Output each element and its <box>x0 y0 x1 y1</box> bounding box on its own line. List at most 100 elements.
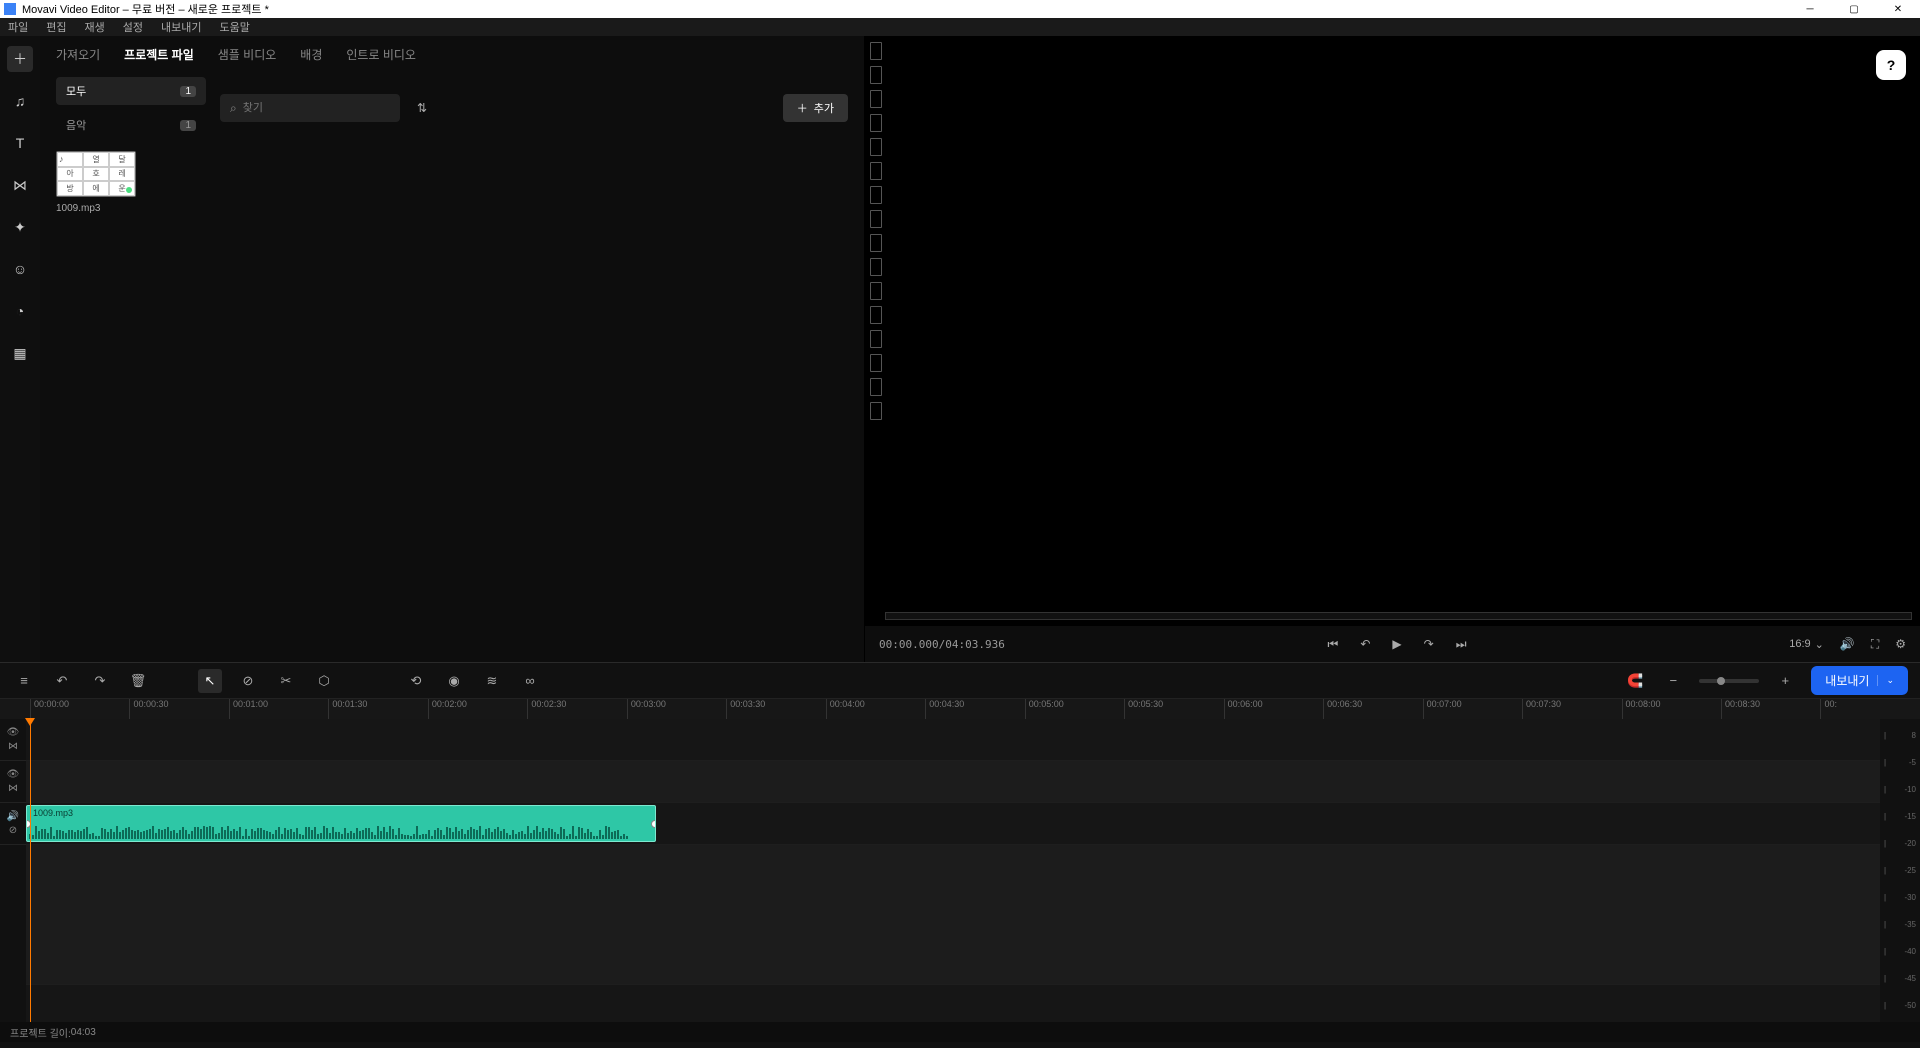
vu-meter: |8|-5|-10|-15|-20|-25|-30|-35|-40|-45|-5… <box>1880 719 1920 1022</box>
link-tool[interactable]: ∞ <box>518 669 542 693</box>
minimize-button[interactable]: ─ <box>1788 0 1832 18</box>
marker-tool[interactable]: ⬡ <box>312 669 336 693</box>
audio-clip[interactable]: 1009.mp3 <box>26 805 656 842</box>
empty-track-area[interactable] <box>26 845 1880 985</box>
export-button[interactable]: 내보내기 ⌄ <box>1811 666 1908 695</box>
select-tool[interactable]: ↖ <box>198 669 222 693</box>
speaker-icon: 🔊 <box>7 811 19 822</box>
help-icon: ? <box>1887 57 1896 73</box>
overlay-track[interactable] <box>26 761 1880 803</box>
fullscreen-button[interactable]: ⛶ <box>1871 637 1879 652</box>
tab-background[interactable]: 배경 <box>300 46 322 63</box>
text-icon: T <box>16 135 25 151</box>
next-frame-button[interactable]: ⏭ <box>1456 637 1467 652</box>
tab-import[interactable]: 가져오기 <box>56 46 100 63</box>
zoom-slider[interactable] <box>1699 679 1759 683</box>
help-button[interactable]: ? <box>1876 50 1906 80</box>
audio-track[interactable]: 1009.mp3 <box>26 803 1880 845</box>
category-music[interactable]: 음악 1 <box>56 111 206 139</box>
library-controls-row: 모두 1 음악 1 ⌕ ⇅ ＋ 추가 <box>40 77 864 139</box>
rail-more-button[interactable]: ▦ <box>7 340 33 366</box>
play-button[interactable]: ▶ <box>1392 637 1401 652</box>
audio-track-controls[interactable]: 🔊⊘ <box>0 803 26 845</box>
rail-titles-button[interactable]: T <box>7 130 33 156</box>
category-all[interactable]: 모두 1 <box>56 77 206 105</box>
media-thumbnail[interactable]: ♪ 열달 아호레 방에운 1009.mp3 <box>56 151 136 214</box>
link-icon: ⋈ <box>8 783 18 794</box>
tab-project-files[interactable]: 프로젝트 파일 <box>124 46 194 63</box>
ruler-tick: 00:04:00 <box>826 699 925 719</box>
playhead[interactable] <box>30 719 31 1022</box>
thumbnail-filename: 1009.mp3 <box>56 197 136 214</box>
ruler-tick: 00:02:30 <box>527 699 626 719</box>
main-area: ＋ ♫ T ⋈ ✦ ☺ ◔ ▦ 가져오기 프로젝트 파일 샘플 비디오 배경 인… <box>0 36 1920 662</box>
search-wrap: ⌕ ⇅ <box>220 94 769 122</box>
timeline-panel: ≡ ↶ ↷ 🗑 ↖ ⊘ ✂ ⬡ ⟲ ◉ ≋ ∞ 🧲 − + 내보내기 ⌄ 00:… <box>0 662 1920 1022</box>
step-forward-button[interactable]: ↷ <box>1424 637 1434 652</box>
rail-effects-button[interactable]: ✦ <box>7 214 33 240</box>
close-button[interactable]: ✕ <box>1876 0 1920 18</box>
vu-level: |-50 <box>1884 993 1916 1018</box>
add-button[interactable]: ＋ 추가 <box>783 94 848 122</box>
rail-transitions-button[interactable]: ⋈ <box>7 172 33 198</box>
music-note-icon: ♪ <box>59 154 64 164</box>
rail-stickers-button[interactable]: ☺ <box>7 256 33 282</box>
track-gutter: 👁⋈ 👁⋈ 🔊⊘ <box>0 719 26 1022</box>
plus-icon: ＋ <box>797 100 808 116</box>
volume-button[interactable]: 🔊 <box>1840 637 1855 651</box>
settings-button[interactable]: ⚙ <box>1895 637 1906 651</box>
video-track[interactable] <box>26 719 1880 761</box>
tab-intro-video[interactable]: 인트로 비디오 <box>346 46 416 63</box>
cut-tool[interactable]: ⊘ <box>236 669 260 693</box>
clip-name: 1009.mp3 <box>33 808 73 818</box>
overlay-track-controls[interactable]: 👁⋈ <box>0 761 26 803</box>
menu-help[interactable]: 도움말 <box>219 19 249 35</box>
app-icon <box>4 3 16 15</box>
rail-import-button[interactable]: ＋ <box>7 46 33 72</box>
aspect-ratio-selector[interactable]: 16:9 ⌄ <box>1789 638 1824 651</box>
prev-frame-button[interactable]: ⏮ <box>1328 637 1339 652</box>
category-list: 모두 1 음악 1 <box>56 77 206 139</box>
delete-button[interactable]: 🗑 <box>126 669 150 693</box>
menu-export[interactable]: 내보내기 <box>161 19 201 35</box>
timeline-ruler[interactable]: 00:00:0000:00:3000:01:0000:01:3000:02:00… <box>0 699 1920 719</box>
rail-elements-button[interactable]: ◔ <box>7 298 33 324</box>
redo-button[interactable]: ↷ <box>88 669 112 693</box>
taskbar <box>0 1042 1920 1048</box>
timecode: 00:00.000/04:03.936 <box>879 638 1005 651</box>
maximize-button[interactable]: ▢ <box>1832 0 1876 18</box>
category-count: 1 <box>180 120 196 131</box>
preview-scrubber[interactable] <box>885 612 1912 620</box>
ruler-tick: 00:01:30 <box>328 699 427 719</box>
magnet-button[interactable]: 🧲 <box>1623 669 1647 693</box>
ruler-tick: 00:00:00 <box>30 699 129 719</box>
scissors-tool[interactable]: ✂ <box>274 669 298 693</box>
ruler-tick: 00:08:00 <box>1622 699 1721 719</box>
sort-button[interactable]: ⇅ <box>410 96 434 120</box>
search-box[interactable]: ⌕ <box>220 94 400 122</box>
preview-panel: ? 00:00.000/04:03.936 ⏮ ↶ ▶ ↷ ⏭ 16:9 ⌄ 🔊… <box>865 36 1920 662</box>
zoom-out-button[interactable]: − <box>1661 669 1685 693</box>
zoom-in-button[interactable]: + <box>1773 669 1797 693</box>
project-length-value: 04:03 <box>71 1027 96 1038</box>
menu-settings[interactable]: 설정 <box>123 19 143 35</box>
vu-level: |8 <box>1884 723 1916 748</box>
export-label: 내보내기 <box>1825 672 1869 689</box>
track-options-button[interactable]: ≡ <box>12 669 36 693</box>
preview-right-controls: 16:9 ⌄ 🔊 ⛶ ⚙ <box>1789 637 1906 652</box>
library-tabs: 가져오기 프로젝트 파일 샘플 비디오 배경 인트로 비디오 <box>40 46 864 77</box>
adjust-tool[interactable]: ≋ <box>480 669 504 693</box>
eye-icon: 👁 <box>7 727 20 738</box>
menu-edit[interactable]: 편집 <box>46 19 66 35</box>
crop-tool[interactable]: ⟲ <box>404 669 428 693</box>
video-track-controls[interactable]: 👁⋈ <box>0 719 26 761</box>
menu-play[interactable]: 재생 <box>85 19 105 35</box>
step-back-button[interactable]: ↶ <box>1360 637 1370 652</box>
record-tool[interactable]: ◉ <box>442 669 466 693</box>
search-input[interactable] <box>243 102 390 114</box>
menu-file[interactable]: 파일 <box>8 19 28 35</box>
undo-button[interactable]: ↶ <box>50 669 74 693</box>
tab-sample-video[interactable]: 샘플 비디오 <box>218 46 277 63</box>
rail-audio-button[interactable]: ♫ <box>7 88 33 114</box>
search-icon: ⌕ <box>230 101 237 116</box>
